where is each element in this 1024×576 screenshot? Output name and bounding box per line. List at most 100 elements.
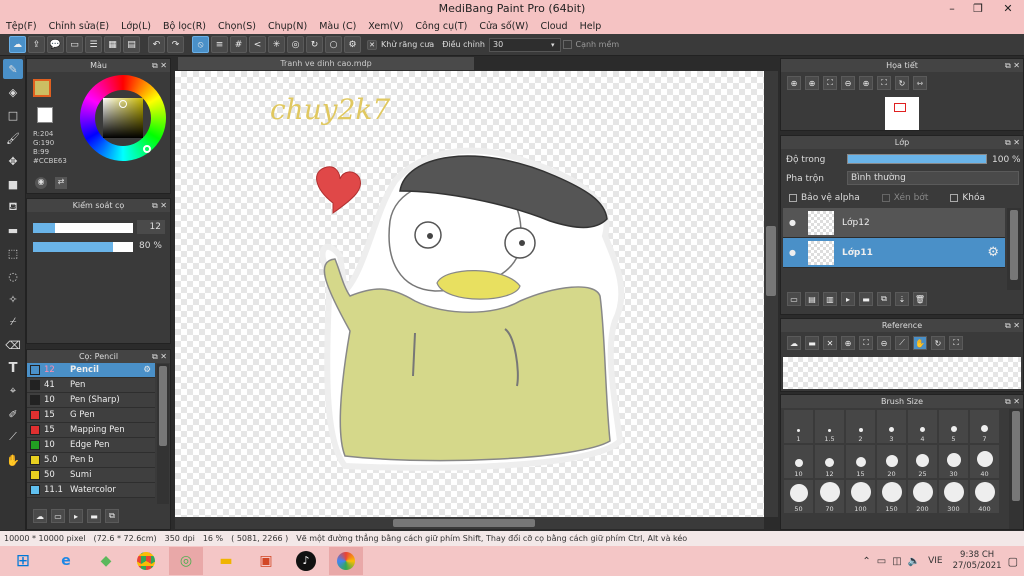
select-pen-icon[interactable]: ⌿ bbox=[3, 312, 23, 332]
brush-icon[interactable]: 🖌 bbox=[3, 128, 23, 148]
brush-size-cell[interactable]: 200 bbox=[908, 480, 937, 513]
snap-radial-icon[interactable]: ✳ bbox=[268, 36, 285, 53]
folder-icon[interactable]: ▬ bbox=[87, 509, 101, 523]
rectangle-icon[interactable]: □ bbox=[3, 105, 23, 125]
zoom-in-icon[interactable]: ⊕ bbox=[805, 76, 819, 90]
menu-view[interactable]: Xem(V) bbox=[362, 21, 409, 32]
medibang-paint-icon[interactable] bbox=[329, 547, 363, 575]
brush-size-cell[interactable]: 100 bbox=[846, 480, 875, 513]
swap-colors-icon[interactable]: ⇄ bbox=[55, 177, 67, 189]
settings-icon[interactable]: ⚙ bbox=[344, 36, 361, 53]
rotate-icon[interactable]: ↻ bbox=[931, 336, 945, 350]
cloud-brush-icon[interactable]: ☁ bbox=[33, 509, 47, 523]
new-brush-icon[interactable]: ▭ bbox=[51, 509, 65, 523]
move-icon[interactable]: ✥ bbox=[3, 151, 23, 171]
navigator-thumbnail[interactable] bbox=[885, 97, 919, 130]
medibang-icon[interactable]: ◎ bbox=[169, 547, 203, 575]
duplicate-icon[interactable]: ⧉ bbox=[877, 292, 891, 306]
eye-icon[interactable]: ● bbox=[789, 248, 796, 257]
brush-size-cell[interactable]: 3 bbox=[877, 410, 906, 443]
brush-size-cell[interactable]: 1 bbox=[784, 410, 813, 443]
brush-item[interactable]: 11.1 Watercolor bbox=[27, 483, 155, 498]
open-folder-icon[interactable]: ▬ bbox=[805, 336, 819, 350]
cloud-icon[interactable]: ☁ bbox=[9, 36, 26, 53]
canvas-vertical-scrollbar[interactable] bbox=[764, 71, 778, 517]
redo-icon[interactable]: ↷ bbox=[167, 36, 184, 53]
chevron-down-icon[interactable]: ▾ bbox=[551, 41, 555, 49]
panel-menu-icon[interactable]: ⧉ ✕ bbox=[1005, 395, 1020, 408]
document-icon[interactable]: ▤ bbox=[123, 36, 140, 53]
undo-icon[interactable]: ↶ bbox=[148, 36, 165, 53]
protect-alpha-checkbox[interactable] bbox=[789, 194, 797, 202]
menu-snap[interactable]: Chụp(N) bbox=[262, 21, 313, 32]
brush-size-cell[interactable]: 2 bbox=[846, 410, 875, 443]
panel-menu-icon[interactable]: ⧉ ✕ bbox=[152, 199, 167, 212]
zoom-in-icon[interactable]: ⊕ bbox=[787, 76, 801, 90]
hue-wheel[interactable] bbox=[80, 75, 166, 161]
brush-size-cell[interactable]: 20 bbox=[877, 445, 906, 478]
new-8bit-layer-icon[interactable]: ▥ bbox=[823, 292, 837, 306]
folder-icon[interactable]: ▬ bbox=[859, 292, 873, 306]
grid-list-icon[interactable]: ▦ bbox=[104, 36, 121, 53]
snap-cross-icon[interactable]: # bbox=[230, 36, 247, 53]
magic-wand-icon[interactable]: ✧ bbox=[3, 289, 23, 309]
brush-size-value[interactable]: 12 bbox=[137, 220, 165, 234]
snap-parallel-icon[interactable]: ≡ bbox=[211, 36, 228, 53]
menu-file[interactable]: Tệp(F) bbox=[0, 21, 43, 32]
flip-icon[interactable]: ⇿ bbox=[913, 76, 927, 90]
canvas-horizontal-scrollbar[interactable] bbox=[175, 517, 764, 529]
tiktok-icon[interactable]: ♪ bbox=[289, 547, 323, 575]
bucket-icon[interactable]: ⛾ bbox=[3, 197, 23, 217]
eraser-icon[interactable]: ◈ bbox=[3, 82, 23, 102]
panel-menu-icon[interactable]: ⧉ ✕ bbox=[1005, 319, 1020, 332]
snap-ring-icon[interactable]: ○ bbox=[325, 36, 342, 53]
gradient-icon[interactable]: ▬ bbox=[3, 220, 23, 240]
brush-item[interactable]: 15 G Pen bbox=[27, 408, 155, 423]
delete-icon[interactable]: 🗑 bbox=[913, 292, 927, 306]
lock-checkbox[interactable] bbox=[950, 194, 959, 202]
brush-size-cell[interactable]: 400 bbox=[970, 480, 999, 513]
palette-icon[interactable]: ◉ bbox=[35, 177, 47, 189]
brush-item[interactable]: 5.0 Pen b bbox=[27, 453, 155, 468]
clock[interactable]: 9:38 CH 27/05/2021 bbox=[953, 550, 1002, 572]
brush-size-cell[interactable]: 30 bbox=[939, 445, 968, 478]
brush-item[interactable]: 50 Sumi bbox=[27, 468, 155, 483]
text-icon[interactable]: T bbox=[3, 358, 23, 378]
share-icon[interactable]: ⇪ bbox=[28, 36, 45, 53]
select-eraser-icon[interactable]: ⌫ bbox=[3, 335, 23, 355]
menu-tools[interactable]: Công cụ(T) bbox=[409, 21, 473, 32]
color-picker-handle[interactable] bbox=[119, 100, 127, 108]
menu-window[interactable]: Cửa số(W) bbox=[473, 21, 534, 32]
menu-select[interactable]: Chọn(S) bbox=[212, 21, 262, 32]
chrome-icon[interactable] bbox=[129, 547, 163, 575]
layer-opacity-slider[interactable] bbox=[847, 154, 987, 164]
fit-icon[interactable]: ⛶ bbox=[859, 336, 873, 350]
background-color-swatch[interactable] bbox=[37, 107, 53, 123]
snap-circle-icon[interactable]: ◎ bbox=[287, 36, 304, 53]
brush-size-cell[interactable]: 70 bbox=[815, 480, 844, 513]
rotate-icon[interactable]: ↻ bbox=[895, 76, 909, 90]
menu-filter[interactable]: Bộ lọc(R) bbox=[157, 21, 212, 32]
brush-size-cell[interactable]: 5 bbox=[939, 410, 968, 443]
minimize-button[interactable]: – bbox=[938, 0, 966, 18]
layer-scrollbar[interactable] bbox=[1007, 208, 1021, 290]
foreground-color-swatch[interactable] bbox=[33, 79, 51, 97]
page-icon[interactable]: ▭ bbox=[66, 36, 83, 53]
gear-icon[interactable]: ⚙ bbox=[143, 365, 151, 375]
brush-size-cell[interactable]: 15 bbox=[846, 445, 875, 478]
add-brush-icon[interactable]: ▸ bbox=[69, 509, 83, 523]
chevron-up-icon[interactable]: ⌃ bbox=[862, 556, 870, 567]
panel-menu-icon[interactable]: ⧉ ✕ bbox=[152, 350, 167, 363]
soft-edge-checkbox[interactable] bbox=[562, 40, 572, 49]
eyedropper-icon[interactable]: ⟋ bbox=[3, 427, 23, 447]
blur-icon[interactable]: ✐ bbox=[3, 404, 23, 424]
reference-canvas[interactable] bbox=[783, 357, 1021, 389]
brush-size-cell[interactable]: 4 bbox=[908, 410, 937, 443]
document-tab[interactable]: Tranh ve dinh cao.mdp bbox=[178, 57, 474, 70]
brush-item[interactable]: 10 Pen (Sharp) bbox=[27, 393, 155, 408]
fit-screen-icon[interactable]: ⛶ bbox=[877, 76, 891, 90]
powerpoint-icon[interactable]: ▣ bbox=[249, 547, 283, 575]
new-layer-icon[interactable]: ▭ bbox=[787, 292, 801, 306]
fill-rect-icon[interactable]: ■ bbox=[3, 174, 23, 194]
merge-icon[interactable]: ⇣ bbox=[895, 292, 909, 306]
